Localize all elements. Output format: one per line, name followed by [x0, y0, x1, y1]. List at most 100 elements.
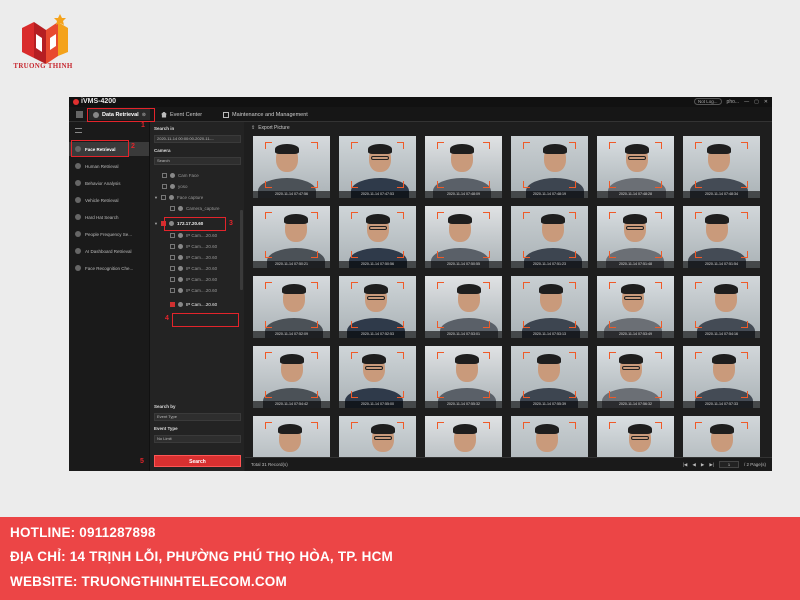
checkbox[interactable]	[170, 255, 175, 260]
thumbnail-timestamp: 2020-11-14 07:52:09	[253, 331, 330, 338]
annotation-box-4	[172, 313, 239, 327]
brand-name: TRUONG THINH	[13, 62, 73, 70]
face-thumbnail[interactable]: 2020-11-14 07:52:53	[339, 276, 416, 338]
tree-label: IP Cam....20.60	[186, 244, 218, 249]
export-picture-button[interactable]: ⇪ Export Picture	[251, 125, 290, 131]
tree-item[interactable]: Cam Face	[162, 171, 199, 180]
checkbox[interactable]	[170, 233, 175, 238]
sidebar-item-behavior-analysis[interactable]: Behavior Analysis	[69, 176, 149, 190]
face-thumbnail[interactable]: 2020-11-14 07:51:48	[597, 206, 674, 268]
search-by-select[interactable]: Event Type	[154, 413, 241, 421]
expand-arrow-icon[interactable]: ▼	[154, 221, 158, 226]
face-thumbnail[interactable]: 2020-11-14 07:54:42	[253, 346, 330, 408]
thumbnail-timestamp: 2020-11-14 07:55:00	[339, 401, 416, 408]
tree-item[interactable]: IP Cam....20.60	[170, 231, 217, 240]
minimize-icon[interactable]: —	[744, 99, 749, 105]
face-thumbnail[interactable]: 2020-11-14 07:53:13	[511, 276, 588, 338]
close-icon[interactable]: ✕	[764, 99, 768, 105]
face-thumbnail[interactable]: 2020-11-14 07:56:32	[597, 346, 674, 408]
page-input[interactable]: 1	[718, 461, 739, 468]
sidebar-item-vehicle-retrieval[interactable]: Vehicle Retrieval	[69, 193, 149, 207]
sidebar-item-people-frequency[interactable]: People Frequency Se...	[69, 227, 149, 241]
first-page-icon[interactable]: |◀	[683, 462, 688, 468]
tree-item[interactable]: IP Cam....20.60	[170, 275, 217, 284]
detection-corner	[569, 212, 576, 219]
face-thumbnail[interactable]: 2020-11-14 07:50:21	[253, 206, 330, 268]
tab-maintenance[interactable]: Maintenance and Management	[219, 109, 312, 120]
face-thumbnail[interactable]: 2020-11-14 07:51:23	[511, 206, 588, 268]
sidebar-item-face-recognition-check[interactable]: Face Recognition Che...	[69, 261, 149, 275]
home-grid-button[interactable]	[72, 109, 87, 120]
prev-page-icon[interactable]: ◀	[692, 462, 695, 468]
checkbox[interactable]	[170, 277, 175, 282]
detection-corner	[437, 251, 444, 258]
checkbox[interactable]	[170, 244, 175, 249]
face-thumbnail[interactable]: 2020-11-14 07:48:19	[511, 136, 588, 198]
thumbnail-timestamp: 2020-11-14 07:51:54	[683, 261, 760, 268]
detection-corner	[265, 251, 272, 258]
checkbox[interactable]	[170, 206, 175, 211]
tree-item[interactable]: IP Cam....20.60	[170, 264, 217, 273]
tab-event-center[interactable]: Event Center	[157, 109, 206, 120]
face-thumbnail[interactable]: 2020-11-14 07:53:01	[425, 276, 502, 338]
detection-corner	[397, 282, 404, 289]
checkbox[interactable]	[161, 195, 166, 200]
event-type-select[interactable]: No Limit	[154, 435, 241, 443]
face-thumbnail[interactable]: 2020-11-14 07:48:34	[683, 136, 760, 198]
face-thumbnail[interactable]: 2020-11-14 07:51:54	[683, 206, 760, 268]
user-menu[interactable]: pho...	[727, 99, 740, 105]
face-thumbnail[interactable]: 2020-11-14 07:57:33	[683, 346, 760, 408]
face-thumbnail[interactable]: 2020-11-14 07:53:49	[597, 276, 674, 338]
website-text[interactable]: WEBSITE: TRUONGTHINHTELECOM.COM	[10, 574, 287, 589]
detection-corner	[483, 391, 490, 398]
search-button[interactable]: Search	[154, 455, 241, 467]
maximize-icon[interactable]: ▢	[754, 99, 759, 105]
login-status[interactable]: Not Log...	[694, 98, 722, 105]
checkbox[interactable]	[162, 173, 167, 178]
face-thumbnail[interactable]: 2020-11-14 07:54:16	[683, 276, 760, 338]
face-thumbnail[interactable]: 2020-11-14 07:55:00	[339, 346, 416, 408]
camera-search-input[interactable]: Search	[154, 157, 241, 165]
camera-icon	[178, 288, 183, 293]
tree-item[interactable]: IP Cam....20.60	[170, 253, 217, 262]
face-thumbnail[interactable]: 2020-11-14 07:47:53	[339, 136, 416, 198]
tree-item[interactable]: yoso	[162, 182, 188, 191]
detection-corner	[265, 422, 272, 429]
tree-scrollbar[interactable]	[240, 210, 243, 290]
face-thumbnail[interactable]: 2020-11-14 07:55:32	[425, 346, 502, 408]
thumbnail-timestamp: 2020-11-14 07:55:39	[511, 401, 588, 408]
annotation-number-5: 5	[140, 458, 144, 465]
face-thumbnail[interactable]: 2020-11-14 07:52:09	[253, 276, 330, 338]
face-thumbnail[interactable]: 2020-11-14 07:48:28	[597, 136, 674, 198]
detection-corner	[397, 422, 404, 429]
checkbox[interactable]	[170, 302, 175, 307]
tree-item-selected-camera[interactable]: IP Cam....20.60	[170, 300, 217, 309]
person-hair	[366, 214, 390, 224]
expand-arrow-icon[interactable]: ▼	[154, 195, 158, 200]
face-thumbnail[interactable]: 2020-11-14 07:47:56	[253, 136, 330, 198]
tree-label: Camera_capture	[186, 206, 220, 211]
sidebar-item-human-retrieval[interactable]: Human Retrieval	[69, 159, 149, 173]
tree-item[interactable]: IP Cam....20.60	[170, 242, 217, 251]
face-thumbnail[interactable]: 2020-11-14 07:50:55	[425, 206, 502, 268]
sidebar-item-ai-dashboard[interactable]: AI Dashboard Retrieval	[69, 244, 149, 258]
time-range-field[interactable]: 2020-11-14 00:00:00-2020-11-...	[154, 135, 241, 143]
face-thumbnail[interactable]: 2020-11-14 07:55:39	[511, 346, 588, 408]
detection-corner	[397, 212, 404, 219]
face-thumbnail[interactable]: 2020-11-14 07:48:09	[425, 136, 502, 198]
glasses	[631, 436, 649, 440]
checkbox[interactable]	[162, 184, 167, 189]
folder-icon	[170, 173, 175, 178]
sidebar-item-hard-hat[interactable]: Hard Hat Search	[69, 210, 149, 224]
checkbox[interactable]	[170, 288, 175, 293]
menu-icon[interactable]	[75, 128, 82, 133]
last-page-icon[interactable]: ▶|	[709, 462, 714, 468]
checkbox[interactable]	[170, 266, 175, 271]
detection-corner	[265, 352, 272, 359]
annotation-box-3	[164, 217, 226, 231]
next-page-icon[interactable]: ▶	[701, 462, 704, 468]
face-thumbnail[interactable]: 2020-11-14 07:50:56	[339, 206, 416, 268]
tree-item[interactable]: Camera_capture	[170, 204, 220, 213]
tree-item[interactable]: ▼ Face capture	[154, 193, 203, 202]
tree-item[interactable]: IP Cam....20.60	[170, 286, 217, 295]
